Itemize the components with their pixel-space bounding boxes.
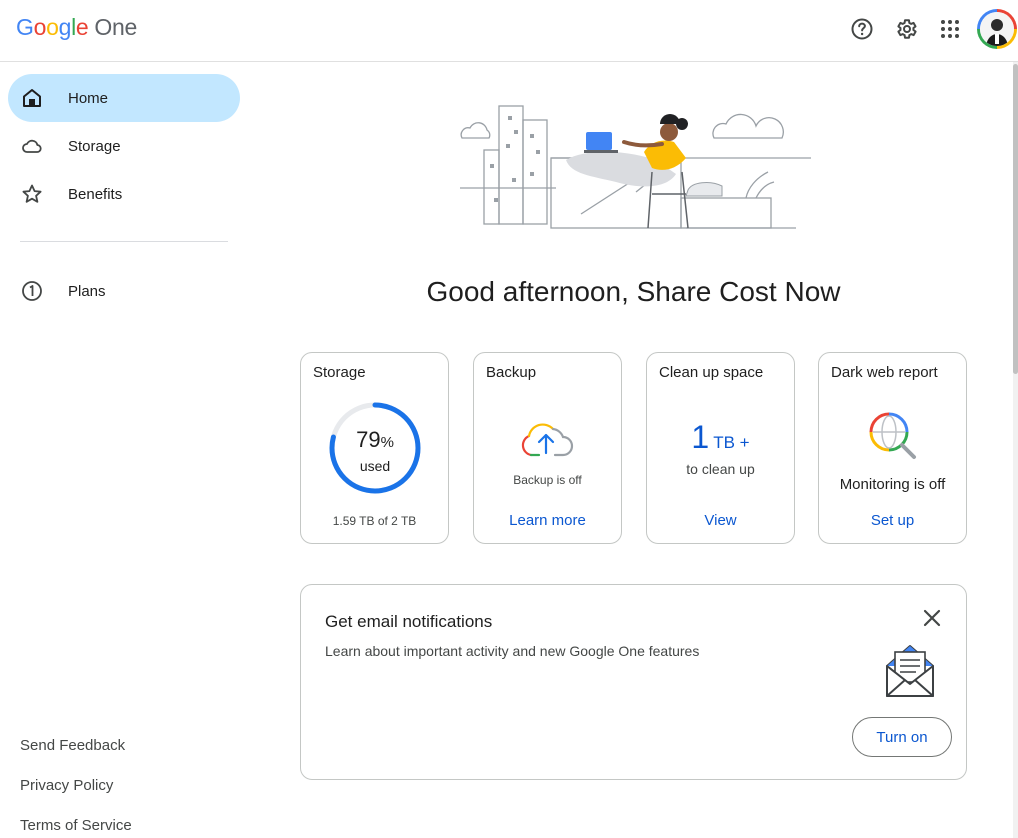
cloud-icon [22, 139, 42, 153]
home-icon [23, 89, 41, 107]
sidebar-item-home[interactable]: Home [8, 74, 240, 122]
sidebar-item-plans[interactable]: Plans [8, 267, 240, 315]
sidebar-item-label: Storage [68, 137, 121, 155]
card-title: Dark web report [831, 364, 938, 381]
dark-web-card[interactable]: Dark web report Monitoring is off Set up [818, 352, 967, 544]
sidebar-item-label: Plans [68, 282, 106, 300]
card-title: Clean up space [659, 364, 764, 381]
close-icon[interactable] [921, 607, 943, 629]
storage-detail: 1.59 TB of 2 TB [332, 514, 417, 528]
logo-product-name: One [94, 14, 137, 40]
sidebar-item-label: Home [68, 89, 109, 107]
notification-title: Get email notifications [325, 612, 493, 631]
plan-one-icon [22, 281, 42, 301]
monitoring-status: Monitoring is off [839, 476, 946, 493]
sidebar-item-label: Benefits [68, 185, 123, 203]
terms-of-service-link[interactable]: Terms of Service [20, 817, 132, 834]
sidebar-item-benefits[interactable]: Benefits [8, 170, 240, 218]
storage-percent-sign: % [380, 434, 394, 451]
settings-icon[interactable] [894, 17, 918, 41]
logo-letter-o1: o [33, 14, 47, 40]
clean-up-subtitle: to clean up [686, 461, 755, 477]
top-app-bar: Go o g l e One [0, 0, 1018, 62]
turn-on-button[interactable]: Turn on [852, 717, 952, 757]
help-icon[interactable] [850, 17, 874, 41]
logo-letter-g: G [16, 14, 34, 40]
page-scrollbar[interactable] [1013, 62, 1018, 838]
privacy-policy-link[interactable]: Privacy Policy [20, 777, 113, 794]
scrollbar-thumb[interactable] [1013, 64, 1018, 374]
star-icon [22, 184, 42, 203]
view-link[interactable]: View [647, 512, 794, 529]
set-up-link[interactable]: Set up [819, 512, 966, 529]
envelope-icon [886, 645, 934, 697]
card-title: Backup [486, 364, 537, 381]
logo-letter-e: e [75, 14, 89, 40]
send-feedback-link[interactable]: Send Feedback [20, 737, 125, 754]
dark-web-search-icon [869, 412, 916, 459]
sidebar-divider [20, 241, 228, 242]
google-one-logo[interactable]: Go o g l e One [16, 14, 137, 41]
storage-percent: 79% [327, 427, 423, 453]
backup-cloud-icon [521, 423, 574, 457]
account-avatar[interactable] [977, 9, 1017, 49]
logo-letter-o2: o [46, 14, 59, 40]
logo-letter-g2: g [58, 14, 72, 40]
notification-description: Learn about important activity and new G… [325, 643, 700, 659]
learn-more-link[interactable]: Learn more [474, 512, 621, 529]
email-notifications-card: Get email notifications Learn about impo… [300, 584, 967, 780]
clean-up-card[interactable]: Clean up space 1 TB + to clean up View [646, 352, 795, 544]
clean-up-amount: 1 TB + [647, 419, 794, 456]
hero-illustration [460, 105, 811, 229]
clean-up-unit: TB + [713, 433, 750, 452]
sidebar-item-storage[interactable]: Storage [8, 122, 240, 170]
backup-card[interactable]: Backup Backup is off Learn more [473, 352, 622, 544]
page-title: Good afternoon, Share Cost Now [426, 276, 841, 307]
clean-up-value: 1 [691, 419, 710, 455]
storage-card[interactable]: Storage 79% used 1.59 TB of 2 TB [300, 352, 449, 544]
backup-status: Backup is off [513, 473, 582, 487]
apps-grid-icon[interactable] [938, 17, 962, 41]
storage-used-label: used [359, 458, 391, 474]
avatar-photo-icon [980, 12, 1014, 46]
storage-percent-value: 79 [356, 427, 381, 452]
card-title: Storage [313, 364, 366, 381]
